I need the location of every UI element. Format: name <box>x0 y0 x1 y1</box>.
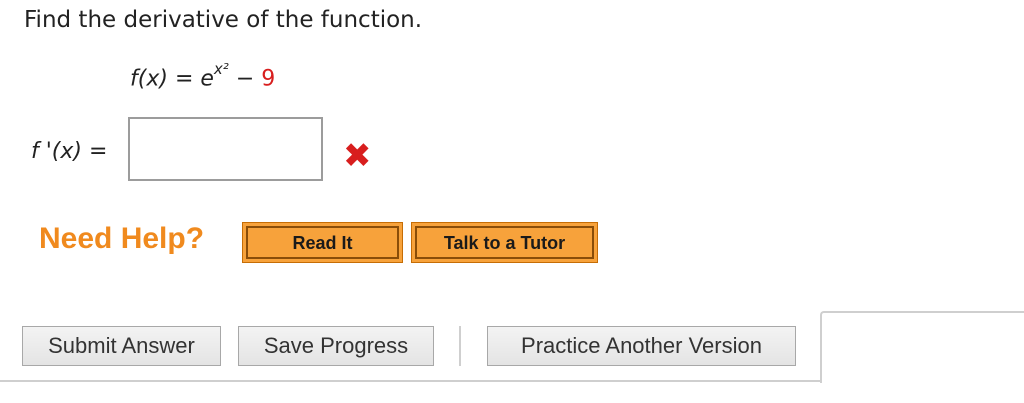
read-it-button[interactable]: Read It <box>242 222 403 263</box>
practice-another-version-button[interactable]: Practice Another Version <box>487 326 796 366</box>
function-constant: 9 <box>261 66 276 92</box>
save-progress-button[interactable]: Save Progress <box>238 326 434 366</box>
function-formula: f(x) = ex² − 9 <box>130 60 276 92</box>
submit-answer-button[interactable]: Submit Answer <box>22 326 221 366</box>
red-x-icon: ✖ <box>343 136 372 176</box>
function-minus: − <box>235 66 255 92</box>
talk-to-tutor-label: Talk to a Tutor <box>415 226 594 259</box>
read-it-label: Read It <box>246 226 399 259</box>
function-base: e <box>200 66 214 92</box>
talk-to-tutor-button[interactable]: Talk to a Tutor <box>411 222 598 263</box>
function-equals: = <box>174 66 194 92</box>
function-exponent: x² <box>213 60 229 78</box>
answer-input[interactable] <box>128 117 323 181</box>
answer-label-function: f '(x) <box>31 139 82 164</box>
function-lhs: f(x) <box>130 66 168 92</box>
answer-label: f '(x) = <box>31 139 107 164</box>
actions-divider <box>0 380 822 382</box>
need-help-label: Need Help? <box>39 222 205 255</box>
button-separator <box>459 326 461 366</box>
question-prompt: Find the derivative of the function. <box>24 7 423 33</box>
actions-frame <box>820 311 1024 383</box>
answer-label-equals: = <box>88 139 108 164</box>
